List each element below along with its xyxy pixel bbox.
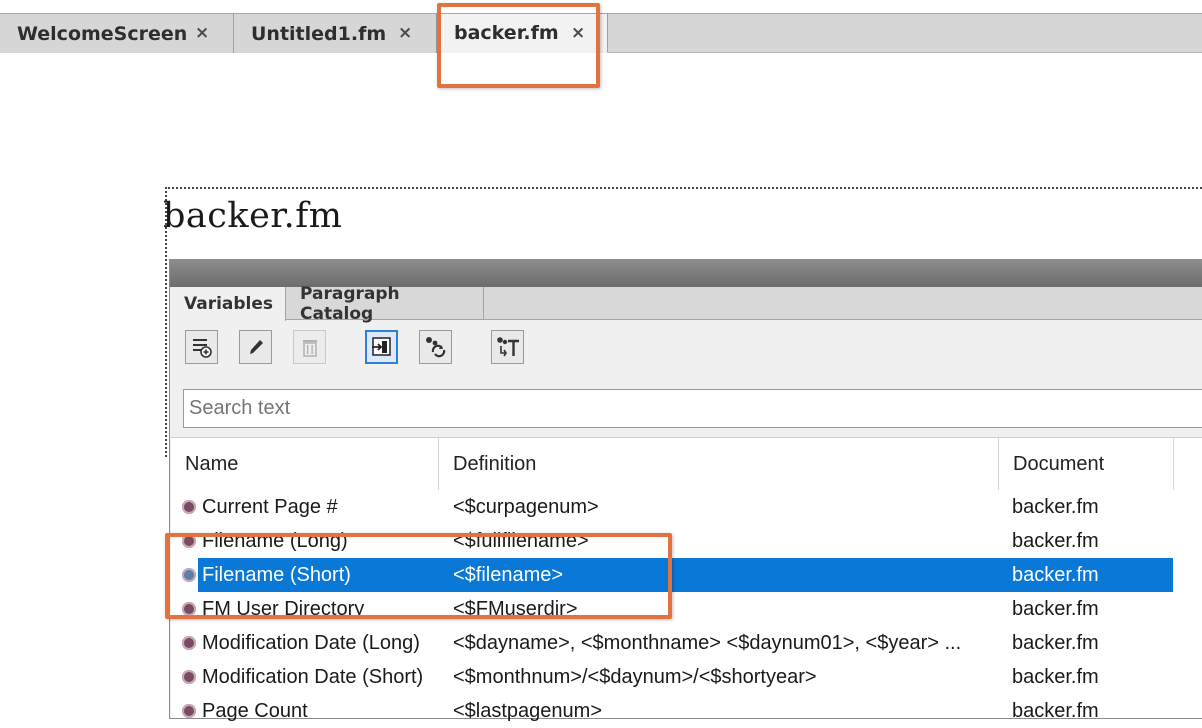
variable-document: backer.fm: [1012, 530, 1099, 552]
tab-untitled1[interactable]: Untitled1.fm ×: [234, 13, 437, 53]
table-row[interactable]: Page Count <$lastpagenum> backer.fm: [171, 694, 1173, 728]
new-variable-icon: [192, 339, 212, 358]
variable-gear-icon: [182, 670, 196, 684]
page-title: backer.fm: [163, 196, 343, 236]
variable-name: Modification Date (Short): [202, 666, 424, 688]
variable-document: backer.fm: [1012, 598, 1099, 620]
table-header: Name Definition Document: [171, 438, 1202, 490]
variable-gear-icon: [182, 500, 196, 514]
tab-label: Variables: [184, 294, 274, 314]
variable-definition: <$curpagenum>: [453, 496, 599, 518]
column-header-document[interactable]: Document: [999, 438, 1174, 490]
highlight-box-tab: [437, 3, 600, 88]
tab-label: Paragraph Catalog: [300, 283, 400, 324]
tab-label: Untitled1.fm: [251, 22, 387, 45]
update-variables-icon: [425, 337, 445, 358]
variable-name: Page Count: [202, 700, 308, 722]
variable-definition: <$dayname>, <$monthname> <$daynum01>, <$…: [453, 632, 962, 654]
delete-button[interactable]: [293, 330, 326, 364]
highlight-box-rows: [165, 533, 672, 619]
edit-icon: [249, 340, 263, 354]
tab-paragraph-catalog[interactable]: Paragraph Catalog: [286, 284, 484, 324]
delete-icon: [302, 340, 317, 357]
tab-welcomescreen[interactable]: WelcomeScreen ×: [0, 13, 234, 53]
close-icon[interactable]: ×: [398, 23, 412, 43]
tab-variables[interactable]: Variables: [170, 287, 286, 321]
update-variables-button[interactable]: [419, 330, 452, 364]
pod-tab-strip: Variables Paragraph Catalog: [170, 284, 1202, 324]
variable-document: backer.fm: [1012, 496, 1099, 518]
variable-name: Modification Date (Long): [202, 632, 420, 654]
variable-name: Current Page #: [202, 496, 338, 518]
insert-variable-icon: [371, 337, 391, 356]
table-row[interactable]: Modification Date (Long) <$dayname>, <$m…: [171, 626, 1173, 660]
column-label: Document: [1013, 452, 1105, 475]
document-tab-bar: WelcomeScreen × Untitled1.fm × backer.fm…: [0, 0, 1202, 55]
variable-gear-icon: [182, 636, 196, 650]
variable-document: backer.fm: [1012, 666, 1099, 688]
column-label: Definition: [453, 452, 537, 475]
variable-definition: <$lastpagenum>: [453, 700, 603, 722]
close-icon[interactable]: ×: [195, 23, 209, 43]
search-input[interactable]: [183, 389, 1202, 428]
column-header-name[interactable]: Name: [171, 438, 439, 490]
variable-document: backer.fm: [1012, 564, 1099, 586]
table-row[interactable]: Modification Date (Short) <$monthnum>/<$…: [171, 660, 1173, 694]
edit-button[interactable]: [239, 330, 272, 364]
variable-gear-icon: [182, 704, 196, 718]
variable-document: backer.fm: [1012, 700, 1099, 722]
column-label: Name: [185, 452, 239, 475]
convert-to-text-icon: [496, 337, 519, 357]
variable-document: backer.fm: [1012, 632, 1099, 654]
tab-label: WelcomeScreen: [17, 22, 188, 45]
column-header-definition[interactable]: Definition: [439, 438, 999, 490]
new-variable-button[interactable]: [185, 330, 218, 364]
insert-variable-button[interactable]: [365, 330, 398, 364]
table-row[interactable]: Current Page # <$curpagenum> backer.fm: [171, 490, 1173, 524]
variable-definition: <$monthnum>/<$daynum>/<$shortyear>: [453, 666, 817, 688]
convert-to-text-button[interactable]: [491, 330, 524, 364]
